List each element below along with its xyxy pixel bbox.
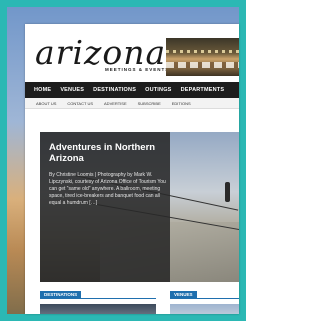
header-ballroom-photo	[166, 38, 239, 76]
subnav-item-advertise[interactable]: ADVERTISE	[93, 101, 127, 106]
nav-item-departments[interactable]: DEPARTMENTS	[172, 87, 225, 93]
section-rule	[40, 298, 156, 299]
secondary-nav: ABOUT US CONTACT US ADVERTISE SUBSCRIBE …	[25, 98, 239, 109]
venues-thumbnail[interactable]	[170, 304, 239, 314]
hero-person	[225, 182, 230, 202]
frame-border-left	[0, 0, 7, 321]
banquet-tables	[166, 62, 239, 68]
frame-border-bottom	[0, 314, 246, 321]
website-page: arizona MEETINGS & EVENTS HOME VENUES DE…	[25, 24, 239, 314]
nav-item-destinations[interactable]: DESTINATIONS	[84, 87, 136, 93]
subnav-item-subscribe[interactable]: SUBSCRIBE	[127, 101, 161, 106]
nav-item-home[interactable]: HOME	[25, 87, 51, 93]
main-nav: HOME VENUES DESTINATIONS OUTINGS DEPARTM…	[25, 82, 239, 98]
site-logo-subtitle: MEETINGS & EVENTS	[105, 67, 170, 72]
frame-border-top	[0, 0, 246, 7]
subnav-item-editions[interactable]: EDITIONS	[161, 101, 191, 106]
section-rule	[170, 298, 239, 299]
featured-article-card: Adventures in Northern Arizona By Christ…	[40, 132, 170, 282]
nav-item-venues[interactable]: VENUES	[51, 87, 84, 93]
chandelier-lights	[166, 50, 239, 53]
site-logo[interactable]: arizona	[35, 36, 166, 69]
subnav-item-about-us[interactable]: ABOUT US	[25, 101, 56, 106]
subnav-item-contact-us[interactable]: CONTACT US	[56, 101, 93, 106]
featured-article[interactable]: Adventures in Northern Arizona By Christ…	[40, 132, 239, 282]
featured-article-title[interactable]: Adventures in Northern Arizona	[49, 142, 167, 164]
featured-article-excerpt: By Christine Loomis | Photography by Mar…	[49, 172, 166, 206]
nav-item-outings[interactable]: OUTINGS	[136, 87, 171, 93]
destinations-thumbnail[interactable]	[40, 304, 156, 314]
frame-border-right	[239, 0, 246, 321]
site-header: arizona MEETINGS & EVENTS	[25, 24, 239, 80]
